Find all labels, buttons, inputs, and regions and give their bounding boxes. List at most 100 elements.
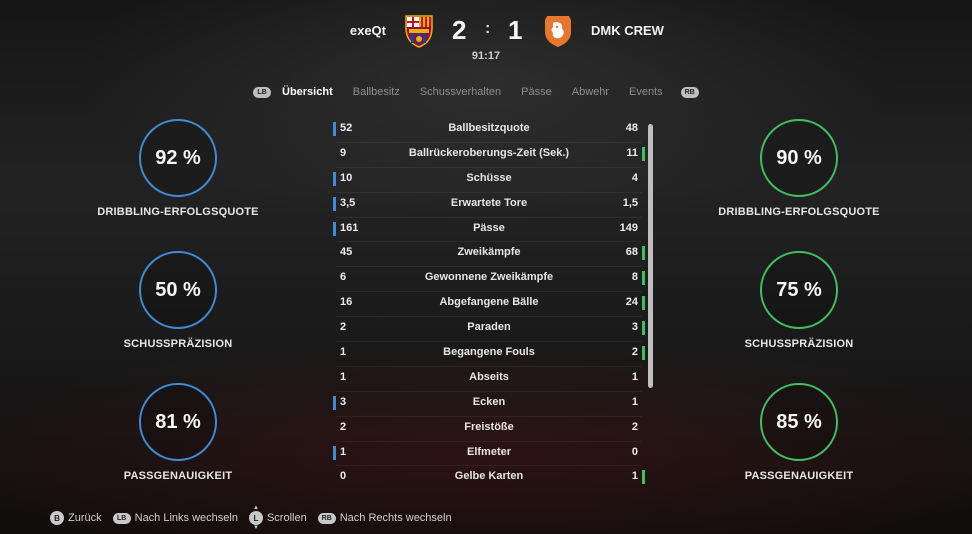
stat-name: Gewonnene Zweikämpfe — [424, 271, 554, 284]
ring-value: 90 % — [760, 119, 838, 197]
tab-ballbesitz[interactable]: Ballbesitz — [353, 86, 400, 98]
ring-label: DRIBBLING-ERFOLGSQUOTE — [718, 206, 880, 218]
home-stat-value: 3 — [340, 395, 347, 408]
stick-down-arrow-icon: ▼ — [252, 525, 259, 531]
home-leader-bar — [333, 196, 336, 211]
ring-label: PASSGENAUIGKEIT — [744, 470, 854, 482]
home-pass-accuracy-ring: 81 % PASSGENAUIGKEIT — [78, 383, 278, 482]
tab-events[interactable]: Events — [629, 86, 663, 98]
home-team-name: exeQt — [349, 23, 386, 38]
hint-switch-right[interactable]: RB Nach Rechts wechseln — [317, 512, 452, 524]
stat-name: Elfmeter — [466, 445, 512, 458]
home-stat-value: 10 — [340, 171, 353, 184]
ring-value: 50 % — [139, 251, 217, 329]
home-stat-value: 1 — [340, 445, 347, 458]
stat-row: 1 Begangene Fouls 2 — [332, 342, 646, 367]
rb-button-icon: RB — [317, 512, 336, 524]
stat-row: 2 Freistöße 2 — [332, 417, 646, 442]
away-stat-value: 149 — [619, 221, 638, 234]
away-stat-value: 1 — [631, 370, 638, 383]
lb-button-icon: LB — [112, 512, 131, 524]
away-stat-value: 1 — [631, 395, 638, 408]
stat-name: Abgefangene Bälle — [439, 296, 539, 309]
stat-name: Paraden — [467, 321, 511, 334]
tab-schussverhalten[interactable]: Schussverhalten — [420, 86, 501, 98]
ring-value: 75 % — [760, 251, 838, 329]
tab-abwehr[interactable]: Abwehr — [572, 86, 609, 98]
netherlands-lion-crest-icon — [545, 16, 571, 47]
ring-label: SCHUSSPRÄZISION — [123, 338, 233, 350]
away-pass-accuracy-ring: 85 % PASSGENAUIGKEIT — [699, 383, 899, 482]
home-shot-accuracy-ring: 50 % SCHUSSPRÄZISION — [78, 251, 278, 350]
match-stats-screen: exeQt 2 : 1 DMK CREW 91:17 LB Übersicht … — [0, 0, 972, 534]
home-leader-bar — [333, 221, 336, 236]
lb-button-icon[interactable]: LB — [253, 86, 271, 98]
home-stat-value: 2 — [340, 420, 347, 433]
home-stat-value: 16 — [340, 296, 353, 309]
away-stat-value: 1,5 — [622, 196, 638, 209]
away-stat-value: 68 — [625, 246, 638, 259]
rb-button-icon[interactable]: RB — [680, 86, 699, 98]
away-stat-value: 11 — [626, 146, 638, 159]
hint-scroll[interactable]: ▲ L ▼ Scrollen — [248, 505, 307, 531]
b-button-icon: B — [50, 511, 64, 525]
stat-name: Abseits — [469, 370, 509, 383]
home-stat-value: 0 — [340, 470, 347, 483]
away-leader-bar — [642, 470, 645, 485]
stat-name: Zweikämpfe — [457, 246, 521, 259]
stat-row: 1 Abseits 1 — [332, 367, 646, 392]
hint-label: Nach Rechts wechseln — [339, 512, 452, 524]
home-stat-value: 161 — [340, 221, 359, 234]
stat-row: 6 Gewonnene Zweikämpfe 8 — [332, 267, 646, 293]
stat-row: 45 Zweikämpfe 68 — [332, 242, 646, 268]
stat-name: Pässe — [473, 221, 505, 234]
away-stat-value: 8 — [631, 271, 638, 284]
stat-row: 9 Ballrückeroberungs-Zeit (Sek.) 11 — [332, 143, 646, 168]
ring-label: DRIBBLING-ERFOLGSQUOTE — [97, 206, 259, 218]
ring-value: 81 % — [139, 383, 217, 461]
home-stat-value: 45 — [340, 246, 353, 259]
match-clock: 91:17 — [471, 50, 501, 62]
home-stat-value: 52 — [340, 122, 353, 134]
controller-hints: B Zurück LB Nach Links wechseln ▲ L ▼ Sc… — [50, 505, 463, 531]
away-leader-bar — [642, 346, 645, 361]
stat-name: Ecken — [472, 395, 506, 408]
left-stick-icon: ▲ L ▼ — [248, 505, 263, 531]
stat-row: 2 Paraden 3 — [332, 317, 646, 342]
stat-name: Freistöße — [464, 420, 514, 433]
ring-label: SCHUSSPRÄZISION — [744, 338, 854, 350]
l-stick-button: L — [248, 511, 263, 525]
away-stat-value: 24 — [625, 296, 638, 309]
stat-name: Schüsse — [466, 171, 512, 184]
ring-value: 85 % — [760, 383, 838, 461]
home-stat-value: 2 — [340, 321, 347, 334]
away-stat-value: 48 — [625, 122, 638, 134]
stat-row: 161 Pässe 149 — [332, 218, 646, 243]
away-stat-value: 0 — [631, 445, 638, 458]
hint-switch-left[interactable]: LB Nach Links wechseln — [112, 512, 238, 524]
stat-row: 16 Abgefangene Bälle 24 — [332, 292, 646, 318]
stat-row: 10 Schüsse 4 — [332, 168, 646, 193]
away-stat-value: 2 — [631, 420, 638, 433]
away-leader-bar — [642, 296, 645, 311]
scoreboard: exeQt 2 : 1 DMK CREW 91:17 — [0, 10, 972, 64]
stat-row: 0 Gelbe Karten 1 — [332, 466, 646, 491]
hint-label: Nach Links wechseln — [134, 512, 238, 524]
stats-tab-bar: LB Übersicht Ballbesitz Schussverhalten … — [253, 84, 699, 100]
stats-scrollbar[interactable] — [648, 124, 653, 388]
tab-paesse[interactable]: Pässe — [521, 86, 552, 98]
stat-row: 3 Ecken 1 — [332, 392, 646, 417]
home-stat-value: 1 — [340, 346, 347, 359]
stat-row: 3,5 Erwartete Tore 1,5 — [332, 193, 646, 218]
stats-list[interactable]: 52 Ballbesitzquote 48 9 Ballrückeroberungs-Z… — [332, 118, 646, 491]
tab-uebersicht[interactable]: Übersicht — [282, 86, 333, 98]
away-team-name: DMK CREW — [591, 23, 664, 38]
stat-row: 1 Elfmeter 0 — [332, 442, 646, 467]
hint-back[interactable]: B Zurück — [50, 511, 102, 525]
stat-row: 52 Ballbesitzquote 48 — [332, 118, 646, 143]
hint-label: Zurück — [68, 512, 102, 524]
away-score: 1 — [508, 15, 523, 45]
home-leader-bar — [333, 171, 336, 186]
away-stat-value: 3 — [631, 321, 638, 334]
away-leader-bar — [642, 271, 645, 286]
